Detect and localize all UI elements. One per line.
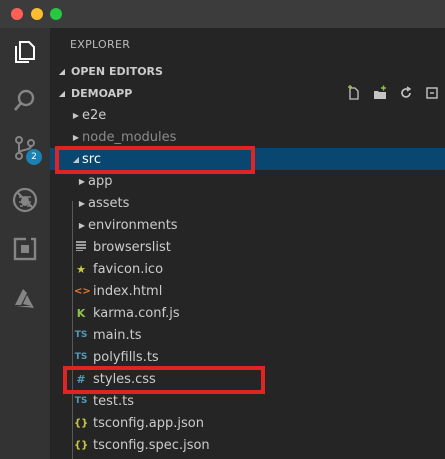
refresh-button[interactable] [393, 82, 419, 104]
explorer-activity[interactable] [0, 28, 50, 76]
project-header[interactable]: ◢ DEMOAPP [50, 82, 445, 104]
scm-badge: 2 [26, 149, 42, 165]
tree-item-label: polyfills.ts [93, 349, 159, 365]
tree-item-label: tsconfig.app.json [93, 415, 204, 431]
tree-item-tsconfig-app[interactable]: {} tsconfig.app.json [50, 412, 445, 434]
collapse-all-button[interactable] [419, 82, 445, 104]
explorer-title: EXPLORER [70, 38, 131, 51]
list-file-icon [74, 240, 88, 254]
styles-css-highlight-box [63, 366, 265, 394]
tree-item-label: test.ts [93, 393, 134, 409]
close-window-button[interactable] [11, 8, 23, 20]
chevron-right-icon: ▶ [72, 132, 80, 142]
minimize-window-button[interactable] [31, 8, 43, 20]
tree-item-assets[interactable]: ▶ assets [50, 192, 445, 214]
activity-bar: 2 [0, 28, 50, 459]
tree-item-label: browserslist [93, 239, 171, 255]
chevron-right-icon: ▶ [78, 176, 86, 186]
azure-icon [12, 287, 38, 311]
json-file-icon: {} [74, 439, 89, 451]
source-control-activity[interactable]: 2 [0, 124, 50, 172]
src-highlight-box [55, 146, 255, 174]
search-icon [12, 87, 38, 113]
json-file-icon: {} [74, 417, 89, 429]
chevron-right-icon: ▶ [72, 110, 80, 120]
typescript-file-icon: TS [74, 396, 88, 406]
typescript-file-icon: TS [74, 330, 88, 340]
new-folder-icon [374, 85, 386, 99]
new-file-button[interactable] [341, 82, 367, 104]
open-editors-header[interactable]: ◢ OPEN EDITORS [50, 60, 445, 82]
search-activity[interactable] [0, 76, 50, 124]
tree-item-label: karma.conf.js [93, 305, 180, 321]
star-icon: ★ [76, 262, 86, 276]
debug-icon [11, 186, 39, 214]
chevron-down-icon: ◢ [58, 66, 66, 76]
chevron-right-icon: ▶ [78, 220, 86, 230]
tree-item-label: main.ts [93, 327, 142, 343]
tree-item-main-ts[interactable]: TS main.ts [50, 324, 445, 346]
files-icon [12, 39, 38, 65]
explorer-actions [341, 82, 445, 104]
tree-item-label: tsconfig.spec.json [93, 437, 210, 453]
karma-file-icon: K [76, 306, 86, 320]
tree-item-polyfills-ts[interactable]: TS polyfills.ts [50, 346, 445, 368]
tree-item-favicon[interactable]: ★ favicon.ico [50, 258, 445, 280]
tree-item-label: app [88, 173, 113, 189]
tree-item-node-modules[interactable]: ▶ node_modules [50, 126, 445, 148]
tree-item-environments[interactable]: ▶ environments [50, 214, 445, 236]
tree-item-label: favicon.ico [93, 261, 164, 277]
tree-item-label: index.html [93, 283, 163, 299]
maximize-window-button[interactable] [50, 8, 62, 20]
new-folder-button[interactable] [367, 82, 393, 104]
tree-item-e2e[interactable]: ▶ e2e [50, 104, 445, 126]
html-file-icon: <> [74, 285, 91, 297]
tree-item-label: e2e [82, 107, 107, 123]
collapse-all-icon [426, 87, 438, 99]
debug-activity[interactable] [0, 176, 50, 224]
chevron-down-icon: ◢ [58, 88, 66, 98]
tree-item-label: node_modules [82, 129, 177, 145]
new-file-icon [348, 85, 359, 100]
tree-item-label: environments [88, 217, 178, 233]
azure-activity[interactable] [0, 275, 50, 323]
open-editors-label: OPEN EDITORS [71, 64, 163, 78]
extensions-icon [12, 236, 38, 262]
typescript-file-icon: TS [74, 352, 88, 362]
extensions-activity[interactable] [0, 225, 50, 273]
explorer-sidebar: EXPLORER ◢ OPEN EDITORS ◢ DEMOAPP ▶ e2e [50, 28, 445, 459]
title-bar [0, 0, 445, 28]
tree-item-browserslist[interactable]: browserslist [50, 236, 445, 258]
project-label: DEMOAPP [71, 86, 133, 100]
tree-item-label: assets [88, 195, 130, 211]
tree-item-index-html[interactable]: <> index.html [50, 280, 445, 302]
tree-item-karma[interactable]: K karma.conf.js [50, 302, 445, 324]
tree-item-tsconfig-spec[interactable]: {} tsconfig.spec.json [50, 434, 445, 456]
chevron-right-icon: ▶ [78, 198, 86, 208]
refresh-icon [401, 86, 412, 98]
